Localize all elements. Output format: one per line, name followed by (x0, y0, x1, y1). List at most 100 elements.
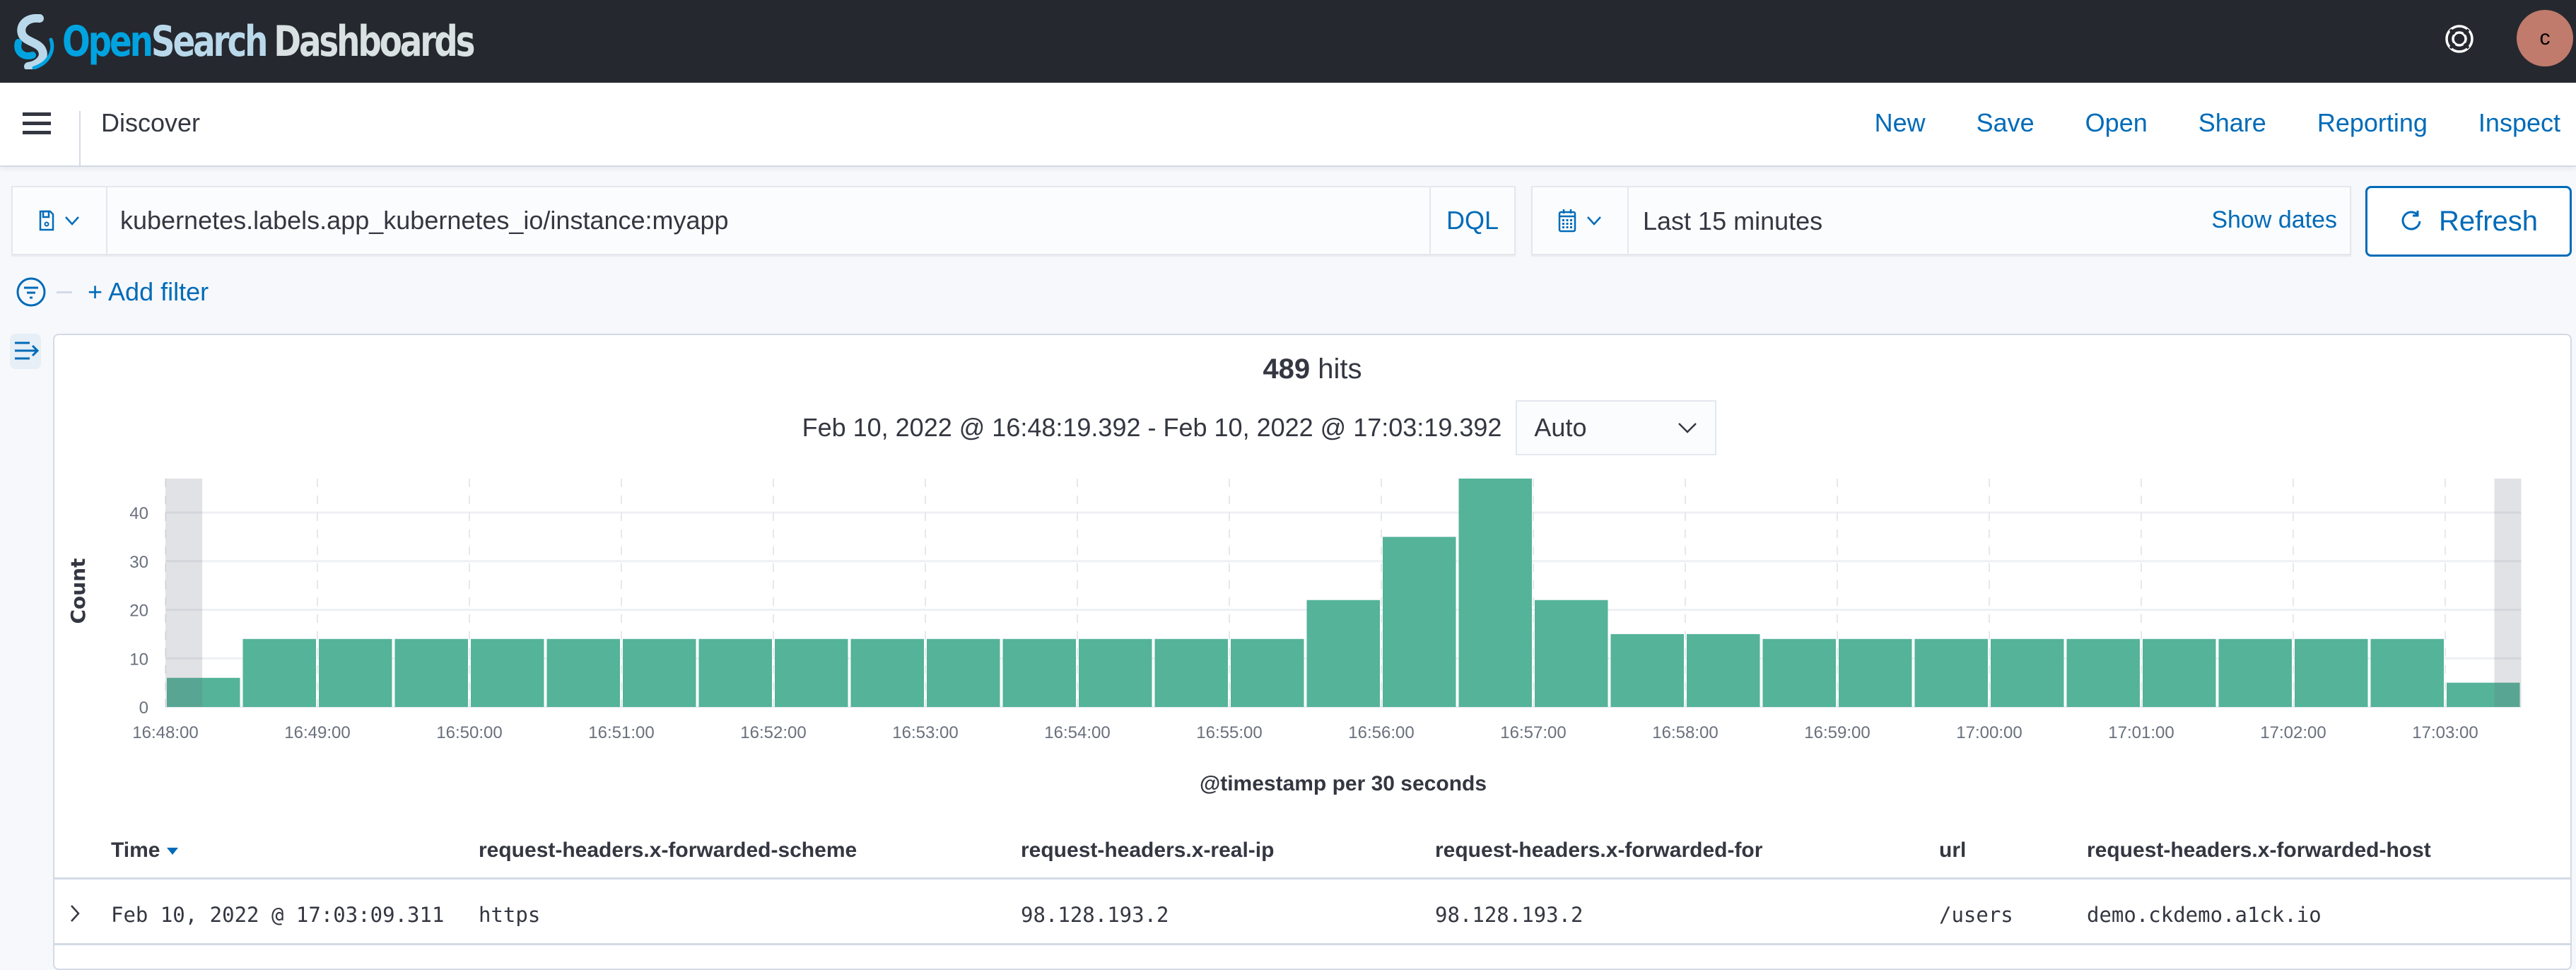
query-language-button[interactable]: DQL (1429, 187, 1514, 254)
histogram-bar[interactable] (546, 638, 621, 707)
histogram-bar[interactable] (1535, 600, 1608, 707)
histogram-bar[interactable] (1687, 633, 1760, 707)
y-tick-label: 40 (129, 504, 148, 523)
x-axis-label: @timestamp per 30 seconds (1200, 772, 1487, 795)
hamburger-menu-icon[interactable] (23, 112, 51, 138)
inspect-button[interactable]: Inspect (2478, 108, 2560, 138)
column-header-forwarded-host[interactable]: request-headers.x-forwarded-host (2087, 838, 2431, 863)
toggle-sidebar-icon[interactable] (10, 334, 41, 369)
opensearch-logo-icon (14, 14, 54, 69)
histogram-bar[interactable] (1839, 638, 1912, 707)
histogram-bar[interactable] (2370, 638, 2445, 707)
logo-text-search: Search (151, 17, 269, 66)
show-dates-button[interactable]: Show dates (2211, 206, 2337, 234)
histogram-bar[interactable] (1991, 638, 2064, 707)
histogram-bar[interactable] (1154, 638, 1229, 707)
histogram-bar[interactable] (394, 638, 469, 707)
histogram-bar[interactable] (623, 638, 696, 707)
x-tick-label: 16:58:00 (1652, 723, 1718, 742)
chevron-right-icon[interactable] (67, 901, 84, 925)
x-tick-label: 16:54:00 (1044, 723, 1110, 742)
saved-queries-button[interactable] (13, 187, 107, 254)
x-tick-label: 16:48:00 (132, 723, 198, 742)
filter-options-icon[interactable] (16, 276, 47, 308)
date-range-text[interactable]: Last 15 minutes (1643, 206, 1822, 236)
user-avatar[interactable]: c (2517, 10, 2573, 66)
histogram-bar[interactable] (2295, 638, 2368, 707)
sort-descending-icon[interactable] (167, 848, 179, 855)
histogram-bar[interactable] (1383, 537, 1456, 707)
histogram-bar[interactable] (1610, 633, 1685, 707)
filter-bar: + Add filter (16, 274, 209, 310)
logo-text-open: Open (62, 17, 153, 66)
date-picker: Last 15 minutes Show dates (1531, 186, 2351, 255)
y-tick-label: 10 (129, 650, 148, 669)
query-input[interactable]: kubernetes.labels.app_kubernetes_io/inst… (120, 206, 729, 235)
save-button[interactable]: Save (1977, 108, 2035, 138)
histogram-bar[interactable] (1762, 638, 1837, 707)
x-tick-label: 17:03:00 (2412, 723, 2478, 742)
histogram-bar[interactable] (242, 638, 317, 707)
x-tick-label: 16:55:00 (1196, 723, 1262, 742)
histogram-bar[interactable] (1002, 638, 1077, 707)
divider (57, 291, 72, 293)
histogram-bar[interactable] (775, 638, 848, 707)
top-nav-menu: New Save Open Share Reporting Inspect (1824, 108, 2560, 138)
histogram-bar[interactable] (1306, 600, 1381, 707)
query-bar: kubernetes.labels.app_kubernetes_io/inst… (11, 186, 1516, 255)
share-button[interactable]: Share (2199, 108, 2266, 138)
histogram-bar[interactable] (2066, 638, 2141, 707)
chevron-down-icon (65, 216, 79, 226)
chevron-down-icon (1587, 216, 1601, 226)
add-filter-button[interactable]: + Add filter (88, 277, 209, 307)
x-tick-label: 16:59:00 (1804, 723, 1870, 742)
histogram-bar[interactable] (1079, 638, 1152, 707)
new-button[interactable]: New (1875, 108, 1926, 138)
x-tick-label: 16:51:00 (588, 723, 654, 742)
cell-real-ip: 98.128.193.2 (1021, 903, 1169, 927)
refresh-icon (2401, 211, 2421, 230)
open-button[interactable]: Open (2085, 108, 2148, 138)
x-tick-label: 17:01:00 (2108, 723, 2174, 742)
histogram-bar[interactable] (2218, 638, 2293, 707)
refresh-button[interactable]: Refresh (2365, 186, 2572, 257)
histogram-bar[interactable] (927, 638, 1000, 707)
cell-forwarded-host: demo.ckdemo.a1ck.io (2087, 903, 2322, 927)
column-header-forwarded-for[interactable]: request-headers.x-forwarded-for (1435, 838, 1762, 863)
histogram-chart[interactable]: 0 10 20 30 40 16:48:00 16:49:00 16:50:00 16:51:0… (54, 335, 2573, 816)
histogram-bar[interactable] (471, 638, 544, 707)
column-header-real-ip[interactable]: request-headers.x-real-ip (1021, 838, 1274, 863)
y-tick-label: 20 (129, 602, 148, 621)
opensearch-logo[interactable]: OpenSearch Dashboards (13, 10, 589, 74)
refresh-label: Refresh (2438, 205, 2539, 237)
help-lifebuoy-icon[interactable] (2445, 24, 2474, 54)
logo-text-dashboards: Dashboards (274, 17, 475, 66)
cell-forwarded-for: 98.128.193.2 (1435, 903, 1583, 927)
top-header: OpenSearch Dashboards c (0, 0, 2576, 83)
x-tick-label: 16:50:00 (436, 723, 502, 742)
histogram-bar[interactable] (1458, 478, 1533, 707)
cell-time: Feb 10, 2022 @ 17:03:09.311 (111, 903, 445, 927)
out-of-range-shade-start (165, 478, 203, 707)
column-header-time[interactable]: Time (111, 838, 179, 863)
histogram-bar[interactable] (1231, 638, 1304, 707)
histogram-bar[interactable] (1914, 638, 1989, 707)
x-tick-label: 17:02:00 (2260, 723, 2326, 742)
cell-url: /users (1939, 903, 2013, 927)
histogram-bar[interactable] (319, 638, 392, 707)
histogram-bar[interactable] (2143, 638, 2216, 707)
column-header-forwarded-scheme[interactable]: request-headers.x-forwarded-scheme (479, 838, 857, 863)
x-tick-label: 16:49:00 (284, 723, 350, 742)
y-tick-label: 30 (129, 553, 148, 572)
page-title: Discover (101, 108, 201, 137)
histogram-bar[interactable] (850, 638, 925, 707)
reporting-button[interactable]: Reporting (2317, 108, 2428, 138)
table-header-row: Time request-headers.x-forwarded-scheme … (54, 816, 2570, 880)
column-header-url[interactable]: url (1939, 838, 1966, 863)
x-tick-label: 16:53:00 (892, 723, 958, 742)
y-tick-label: 0 (139, 699, 148, 718)
histogram-bar[interactable] (698, 638, 773, 707)
x-tick-label: 16:56:00 (1348, 723, 1414, 742)
quick-date-menu-button[interactable] (1533, 187, 1629, 254)
table-row[interactable]: Feb 10, 2022 @ 17:03:09.311 https 98.128… (54, 882, 2570, 945)
